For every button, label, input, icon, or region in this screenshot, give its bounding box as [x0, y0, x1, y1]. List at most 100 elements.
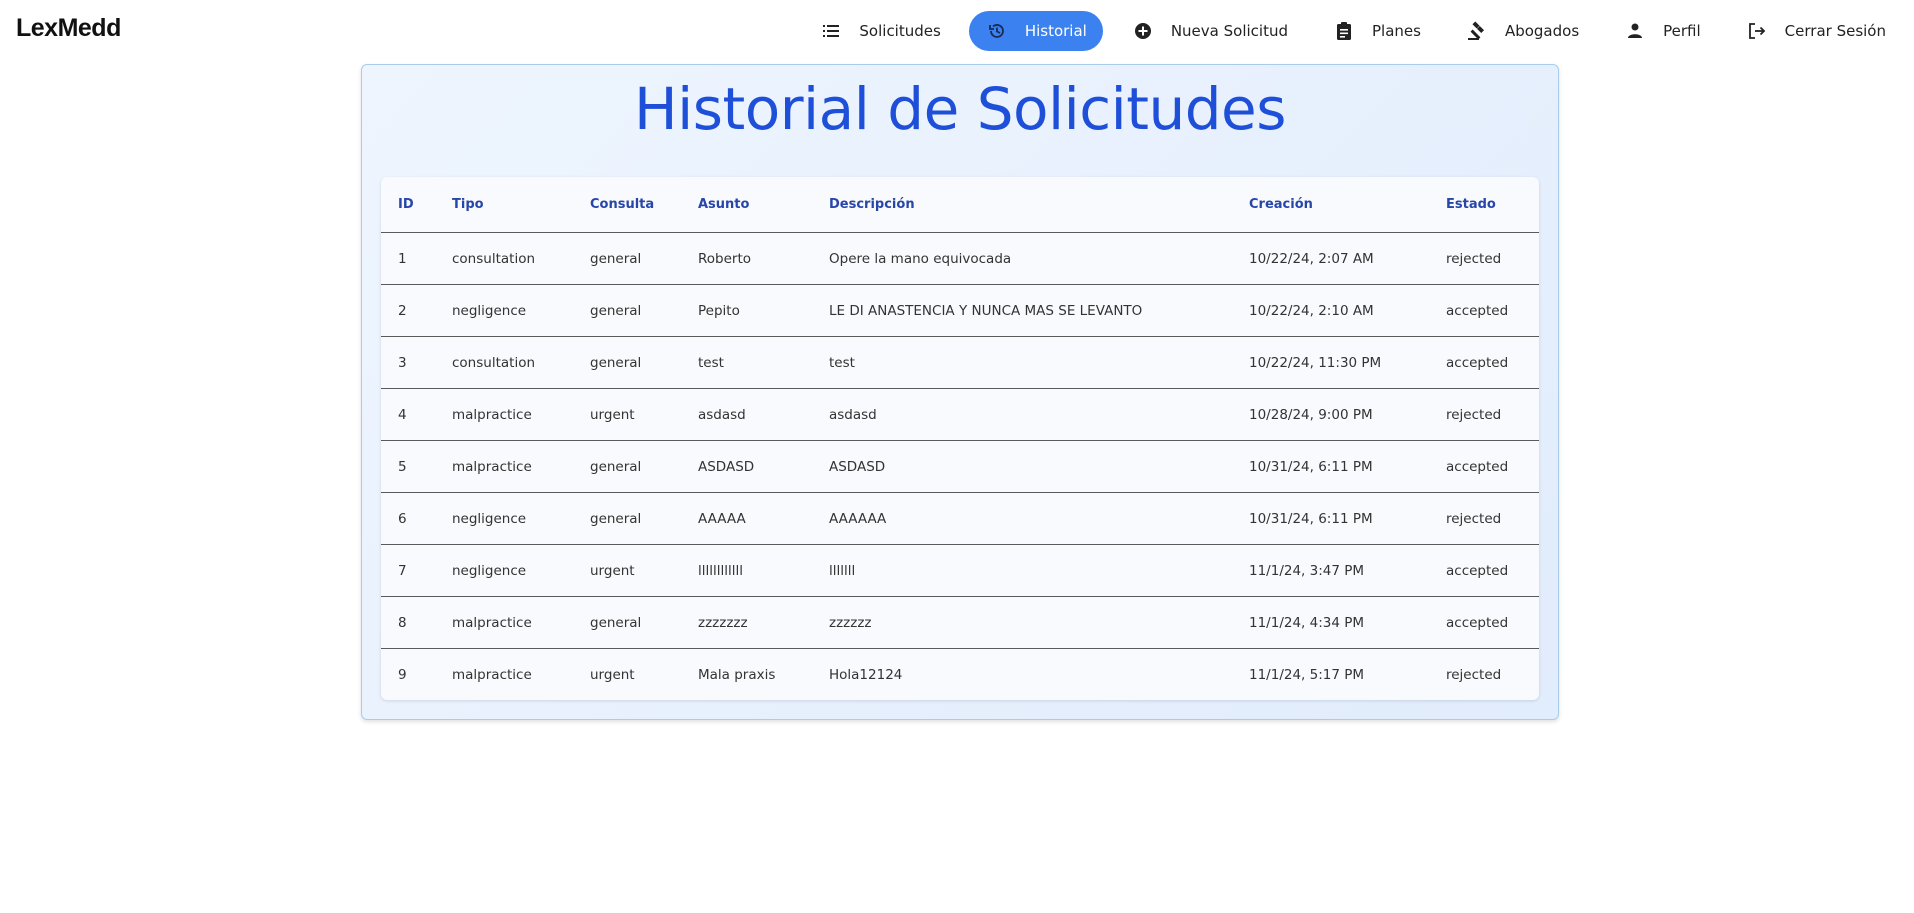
table-row[interactable]: 2 negligence general Pepito LE DI ANASTE…	[381, 284, 1539, 337]
table-row[interactable]: 8 malpractice general zzzzzzz zzzzzz 11/…	[381, 596, 1539, 649]
assignment-icon	[1332, 19, 1356, 43]
cell-creacion: 11/1/24, 4:34 PM	[1232, 596, 1429, 649]
table-row[interactable]: 1 consultation general Roberto Opere la …	[381, 232, 1539, 285]
cell-estado: rejected	[1429, 232, 1539, 285]
column-header-descripcion[interactable]: Descripción	[812, 177, 1232, 233]
cell-creacion: 11/1/24, 3:47 PM	[1232, 544, 1429, 597]
cell-creacion: 10/31/24, 6:11 PM	[1232, 440, 1429, 493]
person-icon	[1623, 19, 1647, 43]
cell-consulta: urgent	[573, 388, 681, 441]
table-row[interactable]: 4 malpractice urgent asdasd asdasd 10/28…	[381, 388, 1539, 441]
cell-descripcion: Hola12124	[829, 666, 903, 683]
add-circle-icon	[1131, 19, 1155, 43]
cell-id: 8	[381, 596, 435, 649]
nav-label: Abogados	[1504, 22, 1580, 40]
cell-consulta: general	[573, 232, 681, 285]
nav-label: Perfil	[1663, 22, 1701, 40]
cell-descripcion: test	[812, 336, 1232, 389]
cell-tipo: consultation	[435, 336, 573, 389]
nav-cerrar-sesion[interactable]: Cerrar Sesión	[1729, 11, 1902, 51]
cell-consulta: urgent	[590, 666, 635, 683]
table-row[interactable]: 9 malpractice urgent Mala praxis Hola121…	[381, 649, 1539, 701]
cell-descripcion: AAAAAA	[812, 492, 1232, 545]
cell-consulta: general	[573, 492, 681, 545]
cell-asunto: Pepito	[681, 284, 812, 337]
column-header-creacion[interactable]: Creación	[1232, 177, 1429, 233]
cell-tipo: negligence	[435, 284, 573, 337]
cell-consulta: general	[573, 284, 681, 337]
cell-id: 2	[381, 284, 435, 337]
cell-id: 3	[381, 336, 435, 389]
cell-creacion: 10/28/24, 9:00 PM	[1232, 388, 1429, 441]
history-icon	[985, 19, 1009, 43]
cell-consulta: general	[573, 440, 681, 493]
table-row[interactable]: 7 negligence urgent llllllllllll lllllll…	[381, 544, 1539, 597]
cell-tipo: negligence	[435, 544, 573, 597]
cell-tipo: malpractice	[435, 596, 573, 649]
cell-descripcion: ASDASD	[812, 440, 1232, 493]
cell-asunto: test	[681, 336, 812, 389]
nav-label: Planes	[1371, 22, 1421, 40]
cell-estado: rejected	[1429, 388, 1539, 441]
column-header-consulta[interactable]: Consulta	[573, 177, 681, 233]
top-app-bar: LexMedd Solicitudes Historial Nueva Soli…	[0, 0, 1914, 62]
cell-consulta: general	[573, 336, 681, 389]
nav-label: Cerrar Sesión	[1784, 22, 1886, 40]
cell-estado: rejected	[1429, 492, 1539, 545]
cell-tipo: malpractice	[435, 388, 573, 441]
cell-estado: rejected	[1446, 666, 1502, 683]
cell-asunto: zzzzzzz	[681, 596, 812, 649]
history-table: ID Tipo Consulta Asunto Descripción Crea…	[381, 177, 1539, 700]
table-body: 1 consultation general Roberto Opere la …	[381, 232, 1539, 701]
cell-id: 5	[381, 440, 435, 493]
table-header-row: ID Tipo Consulta Asunto Descripción Crea…	[381, 177, 1539, 233]
cell-asunto: AAAAA	[681, 492, 812, 545]
cell-estado: accepted	[1429, 284, 1539, 337]
main-nav: Solicitudes Historial Nueva Solicitud Pl…	[803, 10, 1914, 52]
nav-nueva-solicitud[interactable]: Nueva Solicitud	[1115, 11, 1304, 51]
cell-descripcion: lllllll	[812, 544, 1232, 597]
nav-solicitudes[interactable]: Solicitudes	[803, 11, 956, 51]
nav-planes[interactable]: Planes	[1316, 11, 1437, 51]
cell-asunto: ASDASD	[681, 440, 812, 493]
column-header-estado[interactable]: Estado	[1429, 177, 1539, 233]
table-row[interactable]: 3 consultation general test test 10/22/2…	[381, 336, 1539, 389]
cell-tipo: negligence	[435, 492, 573, 545]
cell-id: 6	[381, 492, 435, 545]
gavel-icon	[1465, 19, 1489, 43]
cell-estado: accepted	[1429, 544, 1539, 597]
nav-label: Nueva Solicitud	[1170, 22, 1288, 40]
cell-id: 4	[381, 388, 435, 441]
cell-creacion: 10/22/24, 11:30 PM	[1232, 336, 1429, 389]
cell-asunto: llllllllllll	[681, 544, 812, 597]
cell-estado: accepted	[1429, 336, 1539, 389]
cell-descripcion: Opere la mano equivocada	[812, 232, 1232, 285]
cell-descripcion: zzzzzz	[812, 596, 1232, 649]
cell-tipo: malpractice	[435, 440, 573, 493]
nav-label: Historial	[1024, 22, 1087, 40]
cell-id: 9	[398, 666, 407, 683]
page-title: Historial de Solicitudes	[634, 75, 1286, 143]
cell-creacion: 11/1/24, 5:17 PM	[1249, 666, 1365, 683]
cell-id: 1	[381, 232, 435, 285]
cell-asunto: asdasd	[681, 388, 812, 441]
nav-historial[interactable]: Historial	[968, 11, 1103, 51]
table-row[interactable]: 6 negligence general AAAAA AAAAAA 10/31/…	[381, 492, 1539, 545]
cell-asunto: Mala praxis	[698, 666, 776, 683]
nav-abogados[interactable]: Abogados	[1449, 11, 1595, 51]
cell-creacion: 10/22/24, 2:07 AM	[1232, 232, 1429, 285]
cell-asunto: Roberto	[681, 232, 812, 285]
cell-descripcion: asdasd	[812, 388, 1232, 441]
cell-estado: accepted	[1429, 596, 1539, 649]
table-row[interactable]: 5 malpractice general ASDASD ASDASD 10/3…	[381, 440, 1539, 493]
cell-consulta: urgent	[573, 544, 681, 597]
nav-perfil[interactable]: Perfil	[1607, 11, 1717, 51]
logout-icon	[1745, 19, 1769, 43]
list-icon	[819, 19, 843, 43]
column-header-id[interactable]: ID	[381, 177, 435, 233]
cell-consulta: general	[573, 596, 681, 649]
column-header-tipo[interactable]: Tipo	[435, 177, 573, 233]
brand-logo[interactable]: LexMedd	[16, 14, 121, 43]
column-header-asunto[interactable]: Asunto	[681, 177, 812, 233]
cell-descripcion: LE DI ANASTENCIA Y NUNCA MAS SE LEVANTO	[812, 284, 1232, 337]
